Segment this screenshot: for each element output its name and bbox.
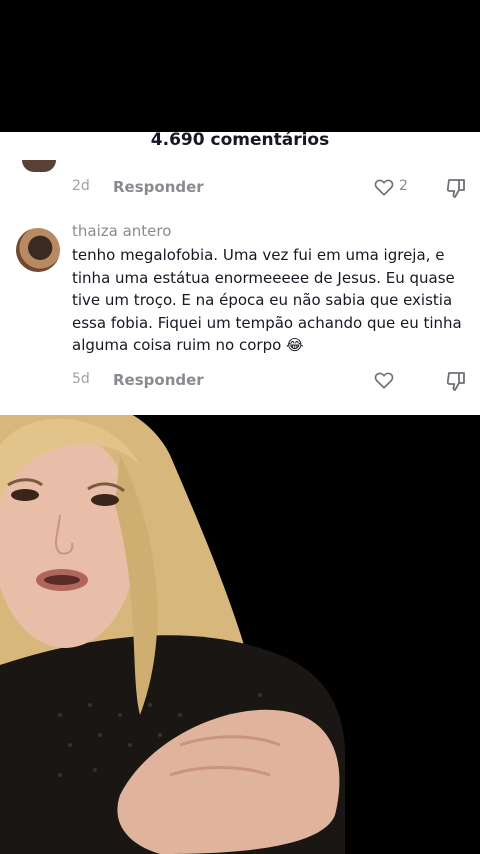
comments-panel: 4.690 comentários 2d Responder 2 thaiza … (0, 132, 480, 415)
heart-outline-icon[interactable] (373, 369, 395, 391)
reply-button[interactable]: Responder (113, 178, 204, 196)
top-black-bar (0, 0, 480, 132)
comment-actions-row: 5d Responder (0, 365, 480, 395)
previous-comment-avatar (22, 160, 56, 172)
like-count: 2 (399, 178, 408, 194)
comment-actions-row: 2d Responder 2 (0, 172, 480, 202)
comment-username[interactable]: thaiza antero (72, 222, 171, 240)
video-frame-person (0, 415, 345, 854)
comment-date: 5d (72, 371, 90, 387)
comment-text: tenho megalofobia. Uma vez fui em uma ig… (72, 246, 462, 354)
comment-date: 2d (72, 178, 90, 194)
reply-button[interactable]: Responder (113, 371, 204, 389)
thumbs-down-icon[interactable] (444, 176, 468, 200)
video-player[interactable] (0, 415, 480, 854)
comments-count-title: 4.690 comentários (150, 132, 330, 150)
commenter-avatar[interactable] (16, 228, 60, 272)
thumbs-down-icon[interactable] (444, 369, 468, 393)
heart-outline-icon[interactable] (373, 176, 395, 198)
